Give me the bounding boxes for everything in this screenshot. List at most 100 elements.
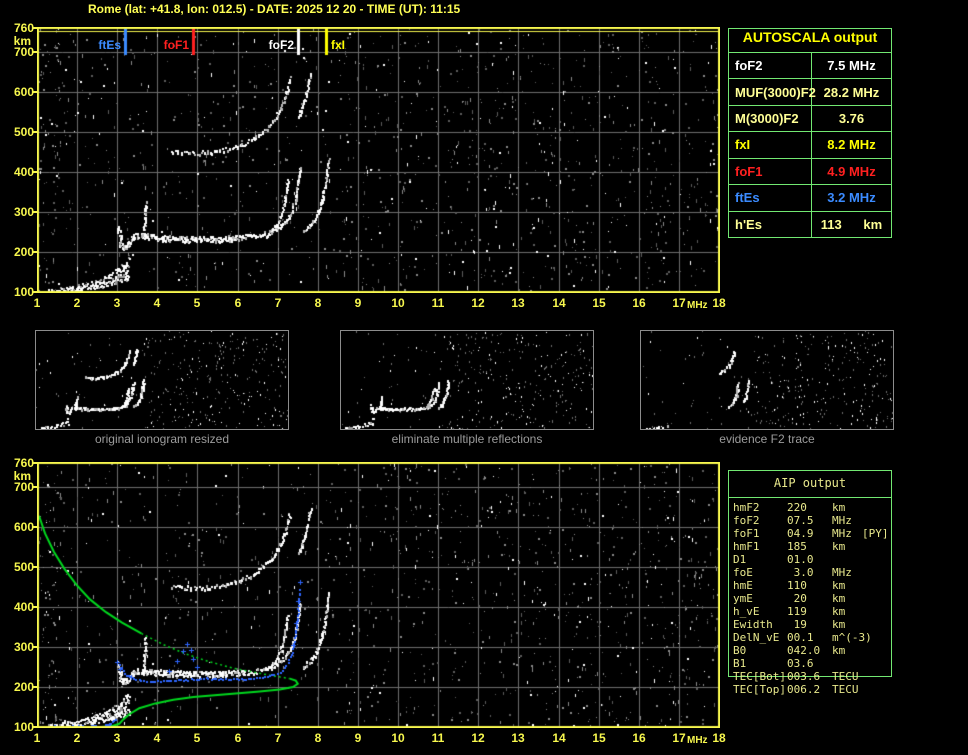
y-axis-tick <box>33 462 37 464</box>
x-axis-label: 4 <box>153 296 161 310</box>
autoscala-title: AUTOSCALA output <box>742 29 878 45</box>
aip-row-unit: MHz <box>832 514 852 527</box>
aip-row-value: 07.5 <box>787 514 814 527</box>
x-axis-label: 14 <box>552 296 566 310</box>
aip-row-unit: MHz <box>832 527 852 540</box>
aip-row: foF2 07.5 MHz <box>728 514 892 527</box>
row-label: h'Es <box>729 211 812 237</box>
y-axis-tick <box>33 686 37 688</box>
aip-row-label: TEC[Top] <box>733 683 786 696</box>
aip-row-label: B0 <box>733 644 747 657</box>
y-axis-tick <box>33 131 37 133</box>
aip-row-unit: km <box>832 579 846 592</box>
y-axis-tick <box>33 646 37 648</box>
y-axis-label: 400 <box>13 165 34 179</box>
aip-row-value: 042.0 <box>787 644 821 657</box>
aip-row-unit: km <box>832 540 846 553</box>
thumbnail-caption: eliminate multiple reflections <box>391 432 543 446</box>
aip-row-label: foF2 <box>733 514 760 527</box>
y-axis-label: 600 <box>13 520 34 534</box>
x-axis-label: 2 <box>73 296 81 310</box>
y-axis-label: 500 <box>13 560 34 574</box>
row-value: 113 km <box>820 216 883 232</box>
aip-row-label: foF1 <box>733 527 760 540</box>
autoscala-table: AUTOSCALA output foF2 7.5 MHz MUF(3000)F2 2… <box>728 28 892 238</box>
row-value: 4.9 MHz <box>827 163 876 179</box>
y-axis-label: 400 <box>13 600 34 614</box>
aip-row: TEC[Top] 006.2 TECU <box>728 683 892 696</box>
thumbnail <box>35 330 289 430</box>
x-axis-label: 11 <box>431 296 445 310</box>
aip-row: B0 042.0 km <box>728 644 892 657</box>
x-axis-label: 7 <box>274 731 282 745</box>
aip-row: TEC[Bot] 003.6 TECU <box>728 670 892 683</box>
x-axis-label: 1 <box>33 731 41 745</box>
aip-row-value: 185 <box>787 540 807 553</box>
aip-row-unit: m^(-3) <box>832 631 872 644</box>
y-axis-tick <box>33 27 37 29</box>
aip-row-note: [PY] <box>862 527 889 540</box>
processed-ionogram-canvas <box>37 462 720 728</box>
aip-row: foE 3.0 MHz <box>728 566 892 579</box>
x-axis-label: 3 <box>113 731 121 745</box>
x-axis-label: 9 <box>354 731 362 745</box>
y-axis-tick <box>33 291 37 293</box>
aip-row-value: 006.2 <box>787 683 821 696</box>
x-axis-label: 5 <box>193 296 201 310</box>
aip-row-unit: TECU <box>832 670 859 683</box>
aip-row-value: 01.0 <box>787 553 814 566</box>
aip-row-unit: km <box>832 644 846 657</box>
y-axis-label: 600 <box>13 85 34 99</box>
x-axis-label: 5 <box>193 731 201 745</box>
aip-row: Ewidth 19 km <box>728 618 892 631</box>
x-axis-label: 13 <box>511 731 525 745</box>
aip-row: DelN_vE 00.1 m^(-3) <box>728 631 892 644</box>
y-axis-label: 500 <box>13 125 34 139</box>
x-axis-label: 10 <box>391 296 405 310</box>
aip-row: ymE 20 km <box>728 592 892 605</box>
row-label: ftEs <box>729 185 812 211</box>
aip-row-label: hmF2 <box>733 501 760 514</box>
table-row: foF1 4.9 MHz <box>729 157 891 185</box>
aip-row-value: 19 <box>787 618 807 631</box>
aip-row-label: DelN_vE <box>733 631 780 644</box>
row-label: fxI <box>729 132 812 158</box>
x-axis-label: 10 <box>391 731 405 745</box>
aip-row-label: TEC[Bot] <box>733 670 786 683</box>
x-axis-label: 15 <box>592 296 606 310</box>
x-axis-label: 9 <box>354 296 362 310</box>
aip-row-label: ymE <box>733 592 753 605</box>
row-value: 3.76 <box>838 111 865 127</box>
y-axis-label: 760 <box>13 21 34 35</box>
x-axis-label: 16 <box>632 296 646 310</box>
marker-label-ftEs: ftEs <box>98 38 121 52</box>
x-axis-label: 6 <box>234 296 242 310</box>
thumbnail-caption: original ionogram resized <box>94 432 230 446</box>
x-axis-label: 12 <box>471 296 485 310</box>
x-axis-unit: MHz <box>687 735 708 746</box>
y-axis-tick <box>33 726 37 728</box>
aip-row-label: B1 <box>733 657 747 670</box>
x-axis-label: 8 <box>314 296 322 310</box>
x-axis-label: 7 <box>274 296 282 310</box>
aip-row: h_vE 119 km <box>728 605 892 618</box>
aip-row: B1 03.6 <box>728 657 892 670</box>
marker-label-fxI: fxI <box>331 38 346 52</box>
aip-row-label: hmF1 <box>733 540 760 553</box>
aip-row-value: 03.6 <box>787 657 814 670</box>
y-axis-tick <box>33 606 37 608</box>
table-row: M(3000)F2 3.76 <box>729 104 891 132</box>
marker-label-foF1: foF1 <box>163 38 189 52</box>
aip-row-value: 220 <box>787 501 807 514</box>
x-axis-label: 15 <box>592 731 606 745</box>
y-axis-label: 700 <box>13 45 34 59</box>
x-axis-label: 14 <box>552 731 566 745</box>
y-axis-label: 200 <box>13 245 34 259</box>
thumbnail <box>640 330 894 430</box>
aip-row-value: 3.0 <box>787 566 814 579</box>
marker-label-foF2: foF2 <box>268 38 294 52</box>
table-row: foF2 7.5 MHz <box>729 52 891 79</box>
y-axis-tick <box>33 566 37 568</box>
y-axis-label: 300 <box>13 205 34 219</box>
y-axis-tick <box>33 91 37 93</box>
